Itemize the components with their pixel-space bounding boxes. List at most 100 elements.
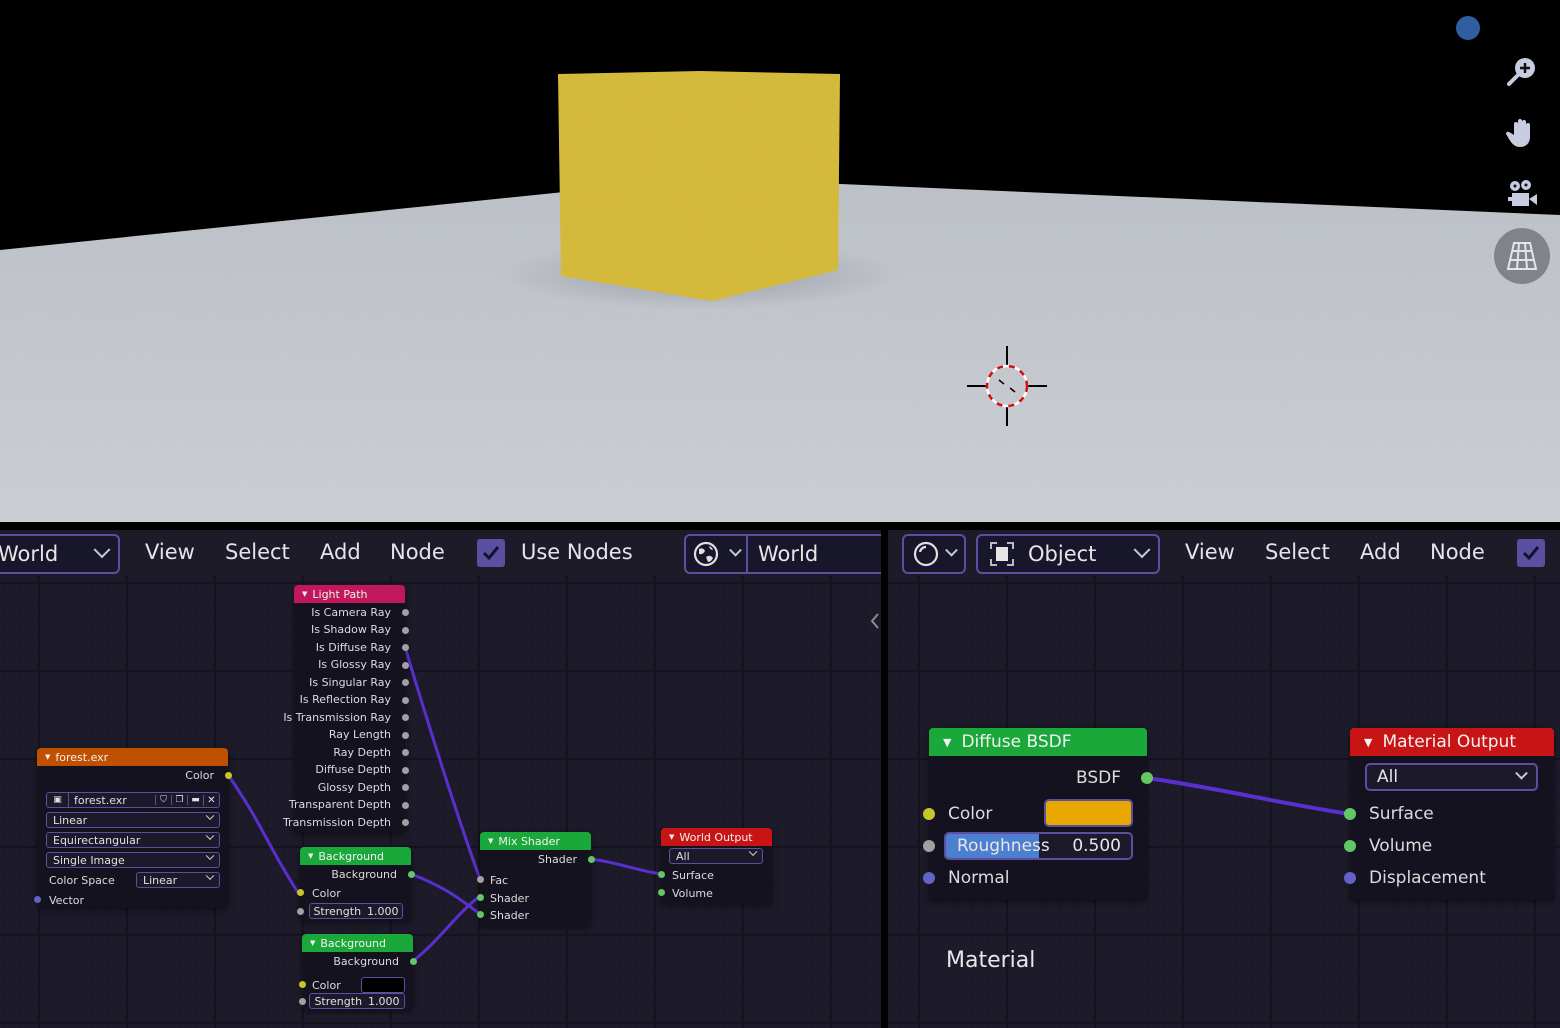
menu-node[interactable]: Node [390, 540, 445, 564]
background-node-1[interactable]: ▼ Background Background Color Strength 1… [297, 847, 415, 921]
output-color-socket[interactable] [225, 772, 232, 779]
output-socket[interactable] [402, 784, 409, 791]
input-fac-socket[interactable] [477, 876, 484, 883]
strength-field[interactable]: Strength 1.000 [309, 903, 403, 919]
menu-add[interactable]: Add [320, 540, 361, 564]
output-socket[interactable] [402, 609, 409, 616]
output-socket[interactable] [402, 661, 409, 669]
output-socket[interactable] [402, 644, 409, 651]
input-color-socket[interactable] [299, 981, 306, 988]
unlink-close-icon[interactable]: ✕ [203, 794, 219, 806]
shader-type-dropdown[interactable]: Object [976, 534, 1160, 574]
output-socket[interactable] [402, 819, 409, 826]
color-swatch[interactable] [361, 977, 405, 993]
node-header[interactable]: ▼ Material Output [1350, 728, 1554, 756]
node-header[interactable]: ▼ Diffuse BSDF [929, 728, 1147, 756]
world-browse-button[interactable] [684, 534, 748, 574]
input-color-socket[interactable] [297, 889, 304, 896]
shader-type-dropdown[interactable]: World [0, 534, 120, 574]
output-socket[interactable] [402, 801, 409, 809]
use-nodes-checkbox[interactable] [477, 539, 505, 567]
collapse-triangle-icon[interactable]: ▼ [488, 837, 493, 845]
world-name-field[interactable]: World [746, 534, 881, 574]
input-volume-socket[interactable] [658, 889, 665, 896]
node-header[interactable]: ▼ Mix Shader [480, 832, 591, 850]
target-dropdown[interactable]: All [1365, 763, 1538, 791]
background-node-2[interactable]: ▼ Background Background Color Strength 1… [299, 934, 417, 1010]
input-surface-socket[interactable] [658, 871, 665, 878]
mix-shader-node[interactable]: ▼ Mix Shader Shader Fac Shader Shader [477, 832, 595, 926]
input-shader-socket-1[interactable] [477, 894, 484, 901]
collapse-triangle-icon[interactable]: ▼ [302, 590, 307, 598]
menu-select[interactable]: Select [1265, 540, 1330, 564]
node-header[interactable]: ▼ Light Path [294, 585, 405, 603]
node-header[interactable]: ▼ World Output [661, 828, 772, 846]
target-dropdown[interactable]: All [669, 847, 763, 864]
menu-select[interactable]: Select [225, 540, 290, 564]
output-socket[interactable] [402, 696, 409, 704]
input-roughness-socket[interactable] [923, 840, 935, 852]
interpolation-dropdown[interactable]: Linear [46, 811, 220, 828]
open-folder-icon[interactable]: ▬ [187, 795, 203, 805]
output-background-socket[interactable] [410, 958, 417, 965]
new-image-icon[interactable]: ❐ [171, 795, 187, 805]
3d-viewport[interactable] [0, 0, 1560, 522]
node-header[interactable]: ▼ Background [300, 847, 411, 865]
projection-dropdown[interactable]: Equirectangular [46, 831, 220, 848]
collapse-triangle-icon[interactable]: ▼ [943, 736, 951, 749]
input-strength-socket[interactable] [299, 998, 306, 1005]
diffuse-bsdf-node[interactable]: ▼ Diffuse BSDF BSDF Color Roughness 0.50… [923, 728, 1153, 900]
world-shader-editor[interactable]: World View Select Add Node Use Nodes Wor… [0, 530, 881, 1028]
menu-add[interactable]: Add [1360, 540, 1401, 564]
color-space-dropdown[interactable]: Linear [136, 871, 220, 888]
input-volume-socket[interactable] [1344, 840, 1356, 852]
collapse-triangle-icon[interactable]: ▼ [310, 939, 315, 947]
input-displacement-socket[interactable] [1344, 872, 1356, 884]
roughness-slider[interactable]: Roughness 0.500 [944, 832, 1133, 860]
environment-texture-node[interactable]: ▼ forest.exr Color ▣ forest.exr ⛉ ❐ ▬ ✕ … [34, 748, 232, 908]
menu-node[interactable]: Node [1430, 540, 1485, 564]
node-header[interactable]: ▼ forest.exr [37, 748, 228, 766]
collapse-triangle-icon[interactable]: ▼ [1364, 736, 1372, 749]
menu-view[interactable]: View [1185, 540, 1235, 564]
zoom-button[interactable] [1494, 44, 1550, 100]
color-swatch[interactable] [1044, 799, 1133, 827]
material-shader-editor[interactable]: Object View Select Add Node ▼ Diffuse BS… [888, 530, 1560, 1028]
fake-user-shield-icon[interactable]: ⛉ [155, 795, 171, 805]
input-strength-socket[interactable] [297, 908, 304, 915]
image-name-field[interactable]: forest.exr [69, 794, 155, 807]
output-socket[interactable] [402, 731, 409, 739]
input-normal-socket[interactable] [923, 872, 935, 884]
area-divider[interactable] [0, 522, 1560, 530]
image-browse-icon[interactable]: ▣ [47, 793, 69, 807]
input-surface-socket[interactable] [1344, 808, 1356, 820]
material-output-node[interactable]: ▼ Material Output All Surface Volume Dis… [1344, 728, 1554, 900]
output-socket[interactable] [402, 626, 409, 634]
camera-view-button[interactable] [1494, 166, 1550, 222]
editor-type-button[interactable] [902, 534, 966, 574]
output-socket[interactable] [402, 749, 409, 756]
output-background-socket[interactable] [408, 871, 415, 878]
output-bsdf-socket[interactable] [1141, 772, 1153, 784]
collapse-triangle-icon[interactable]: ▼ [669, 833, 674, 841]
input-color-socket[interactable] [923, 808, 935, 820]
input-vector-socket[interactable] [34, 896, 41, 903]
node-header[interactable]: ▼ Background [302, 934, 413, 952]
navigation-gizmo-axis[interactable] [1456, 16, 1480, 40]
use-nodes-checkbox[interactable] [1517, 539, 1545, 567]
perspective-toggle-button[interactable] [1494, 228, 1550, 284]
source-dropdown[interactable]: Single Image [46, 851, 220, 868]
collapse-triangle-icon[interactable]: ▼ [308, 852, 313, 860]
image-selector[interactable]: ▣ forest.exr ⛉ ❐ ▬ ✕ [46, 792, 220, 808]
menu-view[interactable]: View [145, 540, 195, 564]
light-path-node[interactable]: ▼ Light Path Is Camera Ray Is Shadow Ray I… [283, 585, 409, 833]
pan-button[interactable] [1494, 105, 1550, 161]
strength-field[interactable]: Strength 1.000 [309, 993, 405, 1009]
output-socket[interactable] [402, 679, 409, 686]
output-socket[interactable] [402, 766, 409, 774]
world-output-node[interactable]: ▼ World Output All Surface Volume [658, 828, 772, 904]
input-shader-socket-2[interactable] [477, 911, 484, 918]
output-shader-socket[interactable] [588, 856, 595, 863]
output-socket[interactable] [402, 714, 409, 721]
collapse-triangle-icon[interactable]: ▼ [45, 753, 50, 761]
